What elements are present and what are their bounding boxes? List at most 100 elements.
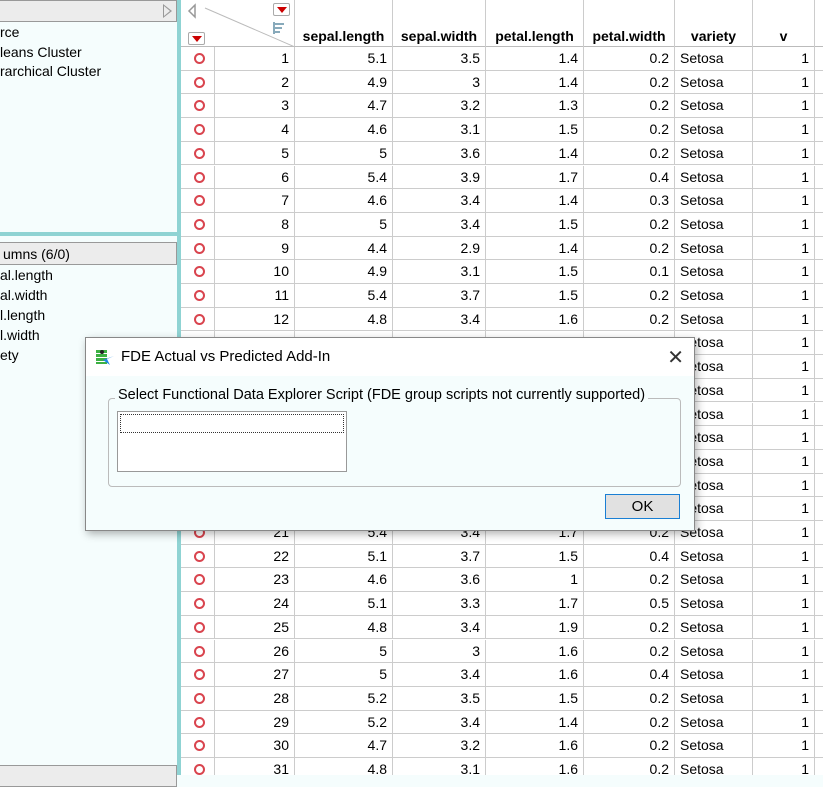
table-cell[interactable]: 0.2: [584, 118, 675, 141]
table-cell[interactable]: 4.6: [295, 568, 393, 592]
table-cell[interactable]: 1: [753, 473, 815, 497]
table-cell[interactable]: Setosa: [675, 260, 753, 283]
column-header[interactable]: petal.length: [486, 0, 584, 47]
column-item[interactable]: ety: [0, 347, 19, 363]
row-state-cell[interactable]: [181, 165, 215, 189]
table-cell[interactable]: 4.8: [295, 307, 393, 331]
table-cell[interactable]: 0.4: [584, 165, 675, 189]
column-item[interactable]: l.length: [0, 307, 45, 323]
row-state-cell[interactable]: [181, 141, 215, 165]
table-cell[interactable]: Setosa: [675, 118, 753, 141]
table-cell[interactable]: 3.4: [393, 615, 486, 639]
table-cell[interactable]: 1: [753, 592, 815, 615]
table-cell[interactable]: 1.5: [486, 260, 584, 283]
row-number[interactable]: 28: [215, 686, 295, 710]
table-cell[interactable]: Setosa: [675, 141, 753, 165]
table-cell[interactable]: 1: [753, 449, 815, 473]
table-cell[interactable]: 3.1: [393, 260, 486, 283]
table-cell[interactable]: 1: [753, 686, 815, 710]
table-cell[interactable]: 1.4: [486, 189, 584, 212]
table-cell[interactable]: 1: [753, 307, 815, 331]
table-cell[interactable]: 1: [753, 260, 815, 283]
table-cell[interactable]: Setosa: [675, 710, 753, 734]
table-cell[interactable]: 1: [753, 497, 815, 520]
table-cell[interactable]: 1.6: [486, 639, 584, 663]
table-cell[interactable]: 1: [753, 663, 815, 686]
row-number[interactable]: 2: [215, 70, 295, 94]
table-cell[interactable]: 0.2: [584, 212, 675, 236]
column-header[interactable]: v: [753, 0, 815, 47]
row-state-cell[interactable]: [181, 592, 215, 615]
row-state-cell[interactable]: [181, 734, 215, 757]
row-number[interactable]: 7: [215, 189, 295, 212]
script-item[interactable]: rarchical Cluster: [0, 63, 101, 79]
row-number[interactable]: 12: [215, 307, 295, 331]
table-cell[interactable]: 4.9: [295, 70, 393, 94]
row-number[interactable]: 27: [215, 663, 295, 686]
table-cell[interactable]: 3.5: [393, 47, 486, 70]
table-cell[interactable]: 4.7: [295, 734, 393, 757]
table-cell[interactable]: Setosa: [675, 615, 753, 639]
table-cell[interactable]: 0.4: [584, 544, 675, 568]
table-cell[interactable]: 1.4: [486, 710, 584, 734]
panel-divider[interactable]: [0, 232, 178, 236]
table-row[interactable]: 7 4.6 3.4 1.4 0.3 Setosa 1: [181, 189, 823, 213]
table-cell[interactable]: 1: [753, 378, 815, 402]
table-cell[interactable]: 0.2: [584, 686, 675, 710]
rows-panel-header[interactable]: [0, 765, 177, 787]
table-cell[interactable]: Setosa: [675, 639, 753, 663]
table-cell[interactable]: 5.4: [295, 165, 393, 189]
table-cell[interactable]: 1.5: [486, 544, 584, 568]
dialog-title-bar[interactable]: FDE Actual vs Predicted Add-In ✕: [86, 338, 694, 376]
ok-button[interactable]: OK: [605, 494, 680, 519]
table-cell[interactable]: 1.5: [486, 686, 584, 710]
row-number[interactable]: 24: [215, 592, 295, 615]
row-number[interactable]: 4: [215, 118, 295, 141]
table-cell[interactable]: 3.6: [393, 141, 486, 165]
row-number[interactable]: 9: [215, 236, 295, 260]
table-cell[interactable]: 1.4: [486, 236, 584, 260]
table-cell[interactable]: 5.2: [295, 686, 393, 710]
table-cell[interactable]: 5: [295, 141, 393, 165]
table-cell[interactable]: 0.2: [584, 236, 675, 260]
table-cell[interactable]: 3.4: [393, 212, 486, 236]
table-cell[interactable]: 4.6: [295, 118, 393, 141]
table-cell[interactable]: 3.7: [393, 284, 486, 307]
table-cell[interactable]: 1.3: [486, 94, 584, 118]
table-cell[interactable]: Setosa: [675, 592, 753, 615]
table-cell[interactable]: 1: [486, 568, 584, 592]
table-cell[interactable]: 1: [753, 734, 815, 757]
row-number[interactable]: 11: [215, 284, 295, 307]
table-row[interactable]: 3 4.7 3.2 1.3 0.2 Setosa 1: [181, 94, 823, 119]
table-cell[interactable]: 5: [295, 663, 393, 686]
table-row[interactable]: 1 5.1 3.5 1.4 0.2 Setosa 1: [181, 47, 823, 71]
row-state-cell[interactable]: [181, 639, 215, 663]
table-cell[interactable]: 1: [753, 710, 815, 734]
table-cell[interactable]: 1: [753, 544, 815, 568]
list-focus-item[interactable]: [120, 414, 344, 433]
table-row[interactable]: 22 5.1 3.7 1.5 0.4 Setosa 1: [181, 544, 823, 569]
column-header[interactable]: petal.width: [584, 0, 675, 47]
row-state-cell[interactable]: [181, 94, 215, 118]
row-state-cell[interactable]: [181, 663, 215, 686]
table-cell[interactable]: 3.2: [393, 94, 486, 118]
table-cell[interactable]: 3.4: [393, 663, 486, 686]
script-item[interactable]: leans Cluster: [0, 44, 82, 60]
table-cell[interactable]: 0.2: [584, 568, 675, 592]
table-cell[interactable]: 3: [393, 70, 486, 94]
table-cell[interactable]: 4.4: [295, 236, 393, 260]
table-cell[interactable]: 5.4: [295, 284, 393, 307]
table-cell[interactable]: 1.5: [486, 212, 584, 236]
table-cell[interactable]: Setosa: [675, 47, 753, 70]
row-number[interactable]: 5: [215, 141, 295, 165]
table-row[interactable]: 4 4.6 3.1 1.5 0.2 Setosa 1: [181, 118, 823, 142]
table-cell[interactable]: Setosa: [675, 212, 753, 236]
table-cell[interactable]: 1.5: [486, 284, 584, 307]
table-cell[interactable]: 1: [753, 284, 815, 307]
table-cell[interactable]: 3.1: [393, 758, 486, 775]
row-state-cell[interactable]: [181, 284, 215, 307]
row-state-cell[interactable]: [181, 70, 215, 94]
table-cell[interactable]: Setosa: [675, 236, 753, 260]
table-row[interactable]: 23 4.6 3.6 1 0.2 Setosa 1: [181, 568, 823, 593]
table-cell[interactable]: 1: [753, 94, 815, 118]
